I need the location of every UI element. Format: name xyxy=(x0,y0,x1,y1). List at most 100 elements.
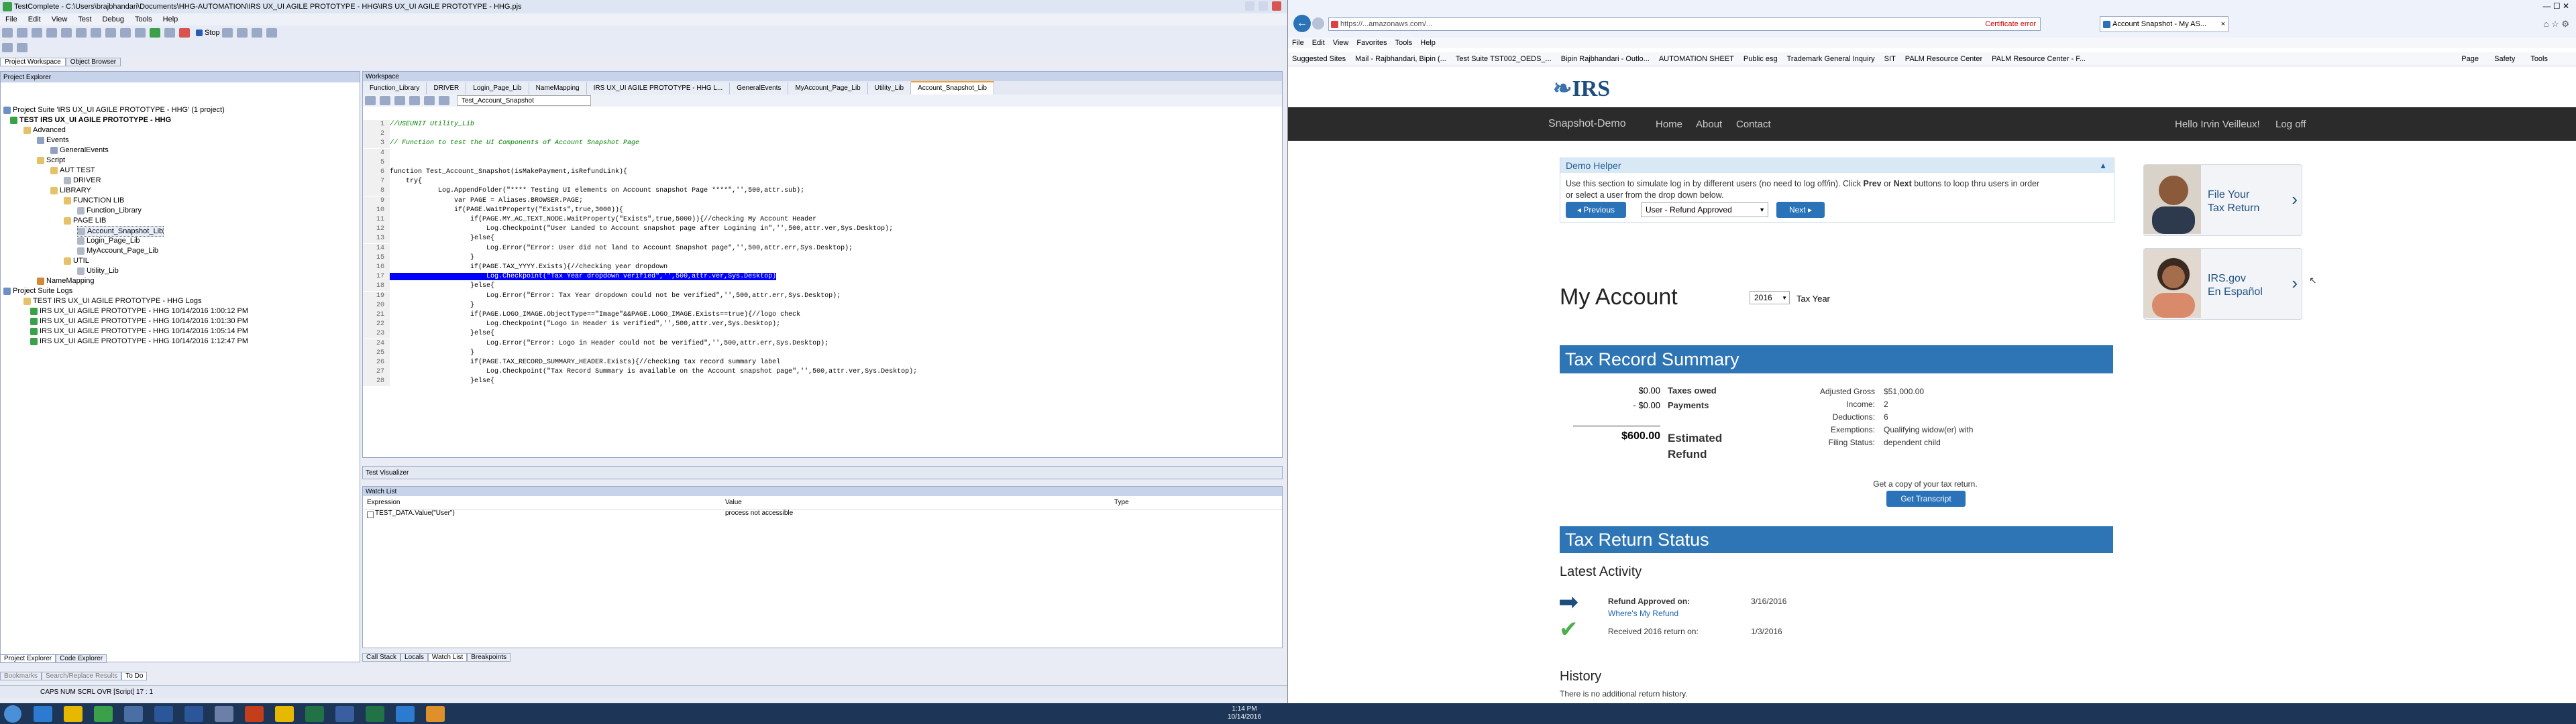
tab-breakpoints[interactable]: Breakpoints xyxy=(467,652,511,662)
tree-item[interactable]: TEST IRS UX_UI AGILE PROTOTYPE - HHG xyxy=(10,115,171,125)
ie-taskbar-icon[interactable] xyxy=(34,706,52,722)
editor-tab[interactable]: Function_Library xyxy=(363,82,427,95)
favorite-link[interactable]: SIT xyxy=(1884,55,1896,63)
menu-debug[interactable]: Debug xyxy=(97,15,129,23)
menu-help[interactable]: Help xyxy=(1416,39,1440,47)
nav-contact[interactable]: Contact xyxy=(1736,119,1771,130)
demo-helper-header[interactable]: Demo Helper ▲ xyxy=(1560,158,2114,173)
code-line[interactable]: 14 Log.Error("Error: User did not land t… xyxy=(363,243,1274,253)
user-select[interactable]: User - Refund Approved ▼ xyxy=(1641,202,1768,217)
code-editor[interactable]: 1//USEUNIT Utility_Lib 2 3// Function to t… xyxy=(363,120,1274,452)
favorite-link[interactable]: Trademark General Inquiry xyxy=(1787,55,1875,63)
undo-icon[interactable] xyxy=(61,28,72,38)
tree-item[interactable]: GeneralEvents xyxy=(50,145,109,155)
code-line[interactable]: 24 Log.Error("Error: Logo in Header coul… xyxy=(363,339,1274,349)
editor-tab[interactable]: IRS UX_UI AGILE PROTOTYPE - HHG L... xyxy=(586,82,731,95)
indent-icon[interactable] xyxy=(394,96,405,105)
code-line[interactable]: 5 xyxy=(363,158,1274,168)
excel-taskbar-icon[interactable] xyxy=(305,706,324,722)
editor-tab[interactable]: DRIVER xyxy=(427,82,467,95)
menu-view[interactable]: View xyxy=(46,15,73,23)
code-line[interactable]: 10 if(PAGE.WaitProperty("Exists",true,30… xyxy=(363,205,1274,215)
checkbox[interactable] xyxy=(367,511,374,518)
tree-item[interactable]: Events xyxy=(37,135,69,145)
previous-button[interactable]: ◂ Previous xyxy=(1566,202,1626,218)
add-item-icon[interactable] xyxy=(17,43,28,52)
forward-icon[interactable] xyxy=(380,96,390,105)
code-line[interactable]: 22 Log.Checkpoint("Logo in Header is ver… xyxy=(363,320,1274,330)
code-line[interactable]: 3// Function to test the UI Components o… xyxy=(363,139,1274,149)
run-icon[interactable] xyxy=(150,28,160,38)
irs-espanol-card[interactable]: IRS.gov En Español › xyxy=(2143,248,2302,320)
favorite-link[interactable]: Bipin Rajbhandari - Outlo... xyxy=(1561,55,1650,63)
code-line[interactable]: 28 }else{ xyxy=(363,377,1274,387)
code-line[interactable]: 9 var PAGE = Aliases.BROWSER.PAGE; xyxy=(363,196,1274,206)
watch-list-row[interactable]: TEST_DATA.Value("User") process not acce… xyxy=(363,509,1282,520)
code-line[interactable]: 7 try{ xyxy=(363,177,1274,187)
page-menu[interactable]: Page xyxy=(2461,55,2479,63)
tree-item[interactable]: DRIVER xyxy=(64,176,101,185)
tree-item[interactable]: LIBRARY xyxy=(50,186,91,195)
open-icon[interactable] xyxy=(17,28,28,38)
tree-item[interactable]: Function_Library xyxy=(77,206,142,215)
tree-item[interactable]: NameMapping xyxy=(37,276,95,286)
tab-project-workspace[interactable]: Project Workspace xyxy=(0,57,66,66)
redo-icon[interactable] xyxy=(76,28,87,38)
excel-taskbar-icon[interactable] xyxy=(366,706,384,722)
nav-home[interactable]: Home xyxy=(1656,119,1682,130)
menu-test[interactable]: Test xyxy=(72,15,97,23)
save-icon[interactable] xyxy=(32,28,42,38)
copy-icon[interactable] xyxy=(105,28,116,38)
new-icon[interactable] xyxy=(2,28,13,38)
back-icon[interactable] xyxy=(365,96,376,105)
window-controls[interactable] xyxy=(1244,1,1283,11)
editor-tab[interactable]: NameMapping xyxy=(529,82,587,95)
back-button-icon[interactable]: ← xyxy=(1293,15,1311,32)
tree-item[interactable]: Project Suite 'IRS UX_UI AGILE PROTOTYPE… xyxy=(3,105,225,115)
code-line-current[interactable]: 17 Log.Checkpoint("Tax Year dropdown ver… xyxy=(363,272,1274,282)
delete-icon[interactable] xyxy=(135,28,146,38)
tab-close-icon[interactable]: × xyxy=(2221,20,2225,28)
code-line[interactable]: 26 if(PAGE.TAX_RECORD_SUMMARY_HEADER.Exi… xyxy=(363,358,1274,367)
minimize-icon[interactable] xyxy=(1244,1,1254,11)
outlook-taskbar-icon[interactable] xyxy=(154,706,173,722)
next-button[interactable]: Next ▸ xyxy=(1776,202,1825,218)
chrome-taskbar-icon[interactable] xyxy=(94,706,113,722)
tree-item-selected[interactable]: Account_Snapshot_Lib xyxy=(77,226,164,237)
tab-bookmarks[interactable]: Bookmarks xyxy=(0,671,42,680)
tab-todo[interactable]: To Do xyxy=(121,671,148,680)
find-icon[interactable] xyxy=(439,96,449,105)
tree-item[interactable]: MyAccount_Page_Lib xyxy=(77,246,158,255)
folder-taskbar-icon[interactable] xyxy=(275,706,294,722)
tree-item[interactable]: TEST IRS UX_UI AGILE PROTOTYPE - HHG Log… xyxy=(23,296,201,306)
tab-code-explorer[interactable]: Code Explorer xyxy=(56,654,107,663)
window-layout-icon[interactable] xyxy=(266,28,277,38)
code-line[interactable]: 25 } xyxy=(363,348,1274,358)
get-transcript-button[interactable]: Get Transcript xyxy=(1886,491,1966,507)
close-icon[interactable] xyxy=(1272,1,1281,11)
browser-tab-active[interactable]: Account Snapshot - My AS... × xyxy=(2100,16,2229,32)
editor-tab[interactable]: GeneralEvents xyxy=(730,82,789,95)
menu-favorites[interactable]: Favorites xyxy=(1352,39,1391,47)
menu-edit[interactable]: Edit xyxy=(1308,39,1329,47)
log-item[interactable]: IRS UX_UI AGILE PROTOTYPE - HHG 10/14/20… xyxy=(30,326,248,336)
save-all-icon[interactable] xyxy=(46,28,57,38)
code-line[interactable]: 1//USEUNIT Utility_Lib xyxy=(363,120,1274,129)
app-taskbar-icon[interactable] xyxy=(396,706,415,722)
tab-locals[interactable]: Locals xyxy=(400,652,428,662)
breakpoint-icon[interactable] xyxy=(236,28,248,38)
tree-item[interactable]: Project Suite Logs xyxy=(3,286,72,296)
paste-icon[interactable] xyxy=(120,28,131,38)
bookmark-icon[interactable] xyxy=(424,96,435,105)
favorite-link[interactable]: Mail - Rajbhandari, Bipin (... xyxy=(1355,55,1446,63)
favorite-link[interactable]: PALM Resource Center - F... xyxy=(1992,55,2086,63)
tree-item[interactable]: AUT TEST xyxy=(50,166,95,175)
menu-tools[interactable]: Tools xyxy=(129,15,158,23)
menu-edit[interactable]: Edit xyxy=(23,15,46,23)
editor-tab[interactable]: Utility_Lib xyxy=(867,82,912,95)
tab-search-results[interactable]: Search/Replace Results xyxy=(42,671,122,680)
code-line[interactable]: 6 function Test_Account_Snapshot(isMakePa… xyxy=(363,168,1274,177)
code-line[interactable]: 19 Log.Error("Error: Tax Year dropdown c… xyxy=(363,291,1274,301)
tax-year-select[interactable]: 2016 ▼ xyxy=(1750,291,1790,304)
routine-select[interactable]: Test_Account_Snapshot xyxy=(457,95,591,106)
